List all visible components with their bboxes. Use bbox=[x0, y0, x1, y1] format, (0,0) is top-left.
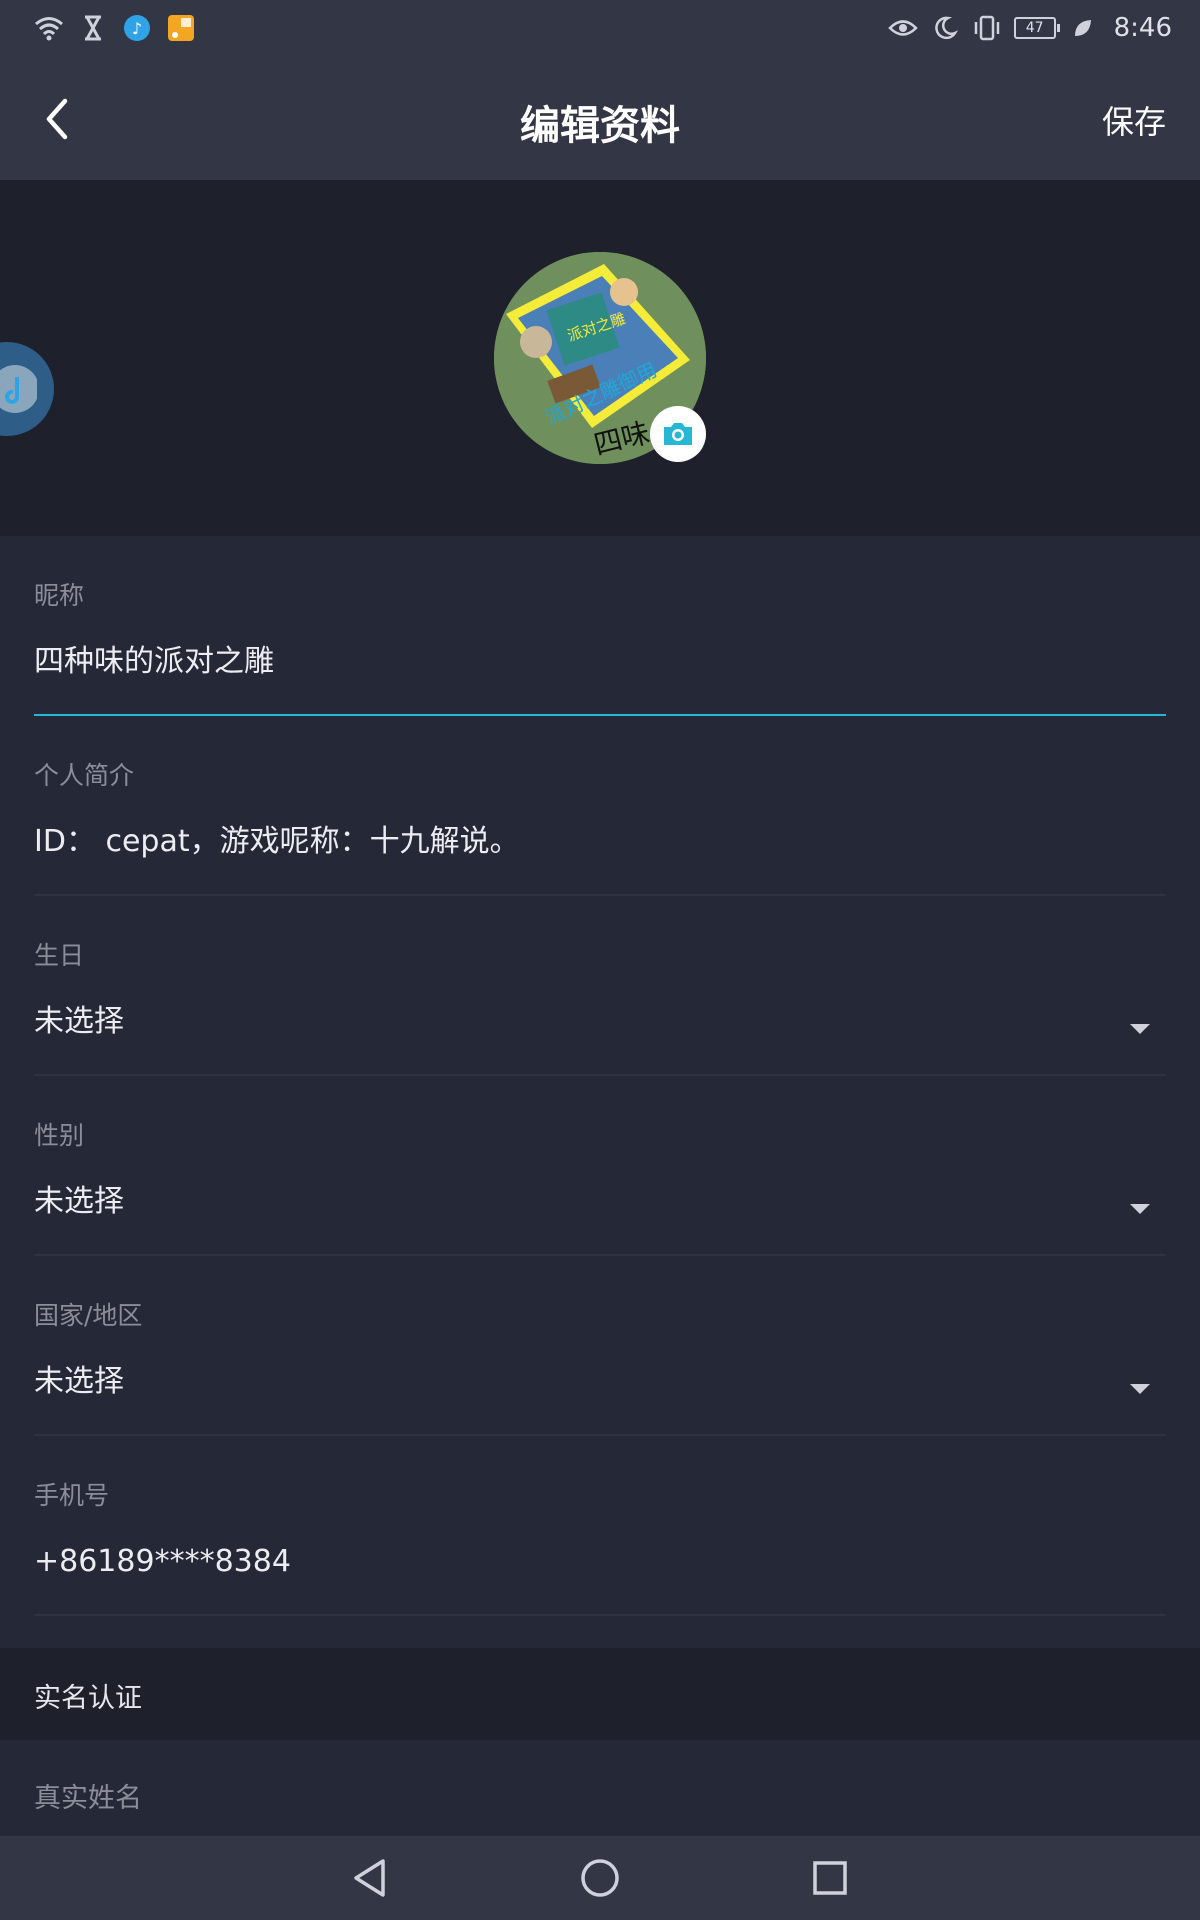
change-avatar-button[interactable] bbox=[650, 406, 706, 462]
status-left: ♪ bbox=[34, 13, 196, 43]
moon-icon bbox=[930, 13, 960, 43]
birthday-field[interactable]: 生日 未选择 bbox=[34, 896, 1166, 1076]
square-recents-icon bbox=[813, 1861, 847, 1895]
nav-home-button[interactable] bbox=[570, 1848, 630, 1908]
battery-icon: 47 bbox=[1013, 16, 1060, 39]
phone-label: 手机号 bbox=[34, 1481, 110, 1510]
dropdown-arrow-icon[interactable] bbox=[1128, 1022, 1152, 1036]
hourglass-icon bbox=[78, 13, 108, 43]
realname-section-header: 实名认证 bbox=[0, 1648, 1200, 1740]
nickname-input[interactable]: 四种味的派对之雕 bbox=[34, 620, 1166, 714]
real-name-label: 真实姓名 bbox=[34, 1783, 142, 1814]
bio-input[interactable]: ID： cepat，游戏呢称：十九解说。 bbox=[34, 800, 1166, 894]
wifi-icon bbox=[34, 13, 64, 43]
realname-section-title: 实名认证 bbox=[34, 1683, 142, 1714]
gender-label: 性别 bbox=[34, 1121, 85, 1150]
camera-icon bbox=[664, 423, 692, 445]
eye-icon bbox=[887, 13, 918, 43]
vibrate-icon bbox=[972, 13, 1002, 43]
birthday-label: 生日 bbox=[34, 941, 85, 970]
dropdown-arrow-icon[interactable] bbox=[1128, 1382, 1152, 1396]
region-label: 国家/地区 bbox=[34, 1301, 143, 1330]
birthday-select[interactable]: 未选择 bbox=[34, 980, 1166, 1074]
app-header: 编辑资料 保存 bbox=[0, 55, 1200, 180]
avatar-section: 派对之雕 派对之雕御用 四味 bbox=[0, 180, 1200, 536]
circle-home-icon bbox=[581, 1859, 619, 1897]
status-right: 47 8:46 bbox=[887, 12, 1172, 43]
phone-field[interactable]: 手机号 +86189****8384 bbox=[34, 1436, 1166, 1616]
nickname-label: 昵称 bbox=[34, 581, 85, 610]
dropdown-arrow-icon[interactable] bbox=[1128, 1202, 1152, 1216]
nickname-field[interactable]: 昵称 四种味的派对之雕 bbox=[34, 536, 1166, 716]
bio-field[interactable]: 个人简介 ID： cepat，游戏呢称：十九解说。 bbox=[34, 716, 1166, 896]
floating-music-button[interactable] bbox=[0, 342, 54, 436]
gender-select[interactable]: 未选择 bbox=[34, 1160, 1166, 1254]
nav-back-button[interactable] bbox=[340, 1848, 400, 1908]
phone-value[interactable]: +86189****8384 bbox=[34, 1520, 1166, 1614]
svg-text:♪: ♪ bbox=[132, 19, 142, 38]
system-nav-bar bbox=[0, 1836, 1200, 1920]
music-app-icon: ♪ bbox=[122, 13, 152, 43]
region-select[interactable]: 未选择 bbox=[34, 1340, 1166, 1434]
save-button[interactable]: 保存 bbox=[1102, 97, 1166, 143]
music-note-icon bbox=[0, 365, 37, 413]
region-field[interactable]: 国家/地区 未选择 bbox=[34, 1256, 1166, 1436]
triangle-back-icon bbox=[354, 1859, 385, 1897]
bio-label: 个人简介 bbox=[34, 761, 135, 790]
page-title: 编辑资料 bbox=[520, 103, 680, 149]
gender-field[interactable]: 性别 未选择 bbox=[34, 1076, 1166, 1256]
rss-app-icon bbox=[166, 13, 196, 43]
profile-form: 昵称 四种味的派对之雕 个人简介 ID： cepat，游戏呢称：十九解说。 生日… bbox=[34, 536, 1166, 1616]
nav-recents-button[interactable] bbox=[800, 1848, 860, 1908]
leaf-icon bbox=[1068, 13, 1098, 43]
status-bar: ♪ 47 8:46 bbox=[0, 0, 1200, 55]
status-time: 8:46 bbox=[1113, 12, 1172, 43]
